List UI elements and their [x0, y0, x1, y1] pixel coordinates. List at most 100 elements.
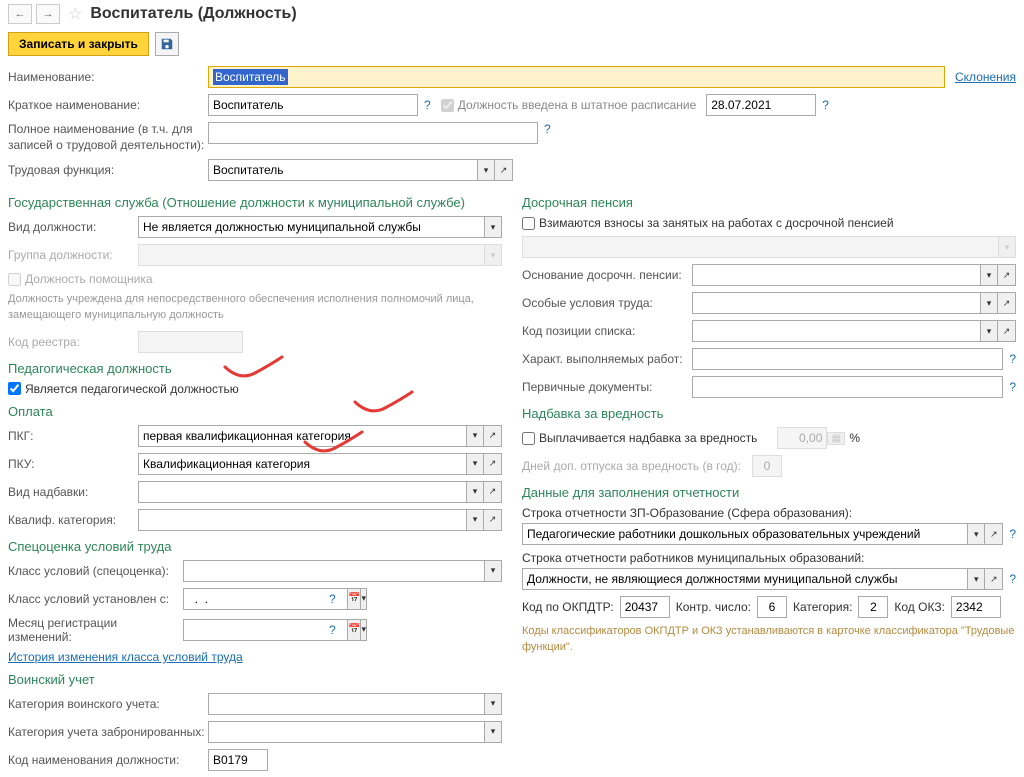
dropdown-button[interactable]: ▾ — [980, 292, 998, 314]
work-nature-input[interactable] — [692, 348, 1003, 370]
pension-top-input — [522, 236, 998, 258]
position-type-input[interactable] — [138, 216, 484, 238]
mun-report-input[interactable] — [522, 568, 967, 590]
help-icon[interactable]: ? — [329, 592, 336, 606]
military-category-label: Категория воинского учета: — [8, 697, 208, 711]
help-icon[interactable]: ? — [329, 623, 336, 637]
in-schedule-label: Должность введена в штатное расписание — [458, 98, 697, 112]
open-button[interactable]: ↗ — [985, 523, 1003, 545]
primary-docs-input[interactable] — [692, 376, 1003, 398]
pension-basis-input[interactable] — [692, 264, 980, 286]
dropdown-button[interactable]: ▾ — [980, 264, 998, 286]
change-month-input[interactable] — [183, 619, 347, 641]
help-icon[interactable]: ? — [1009, 572, 1016, 586]
open-button[interactable]: ↗ — [998, 264, 1016, 286]
military-header: Воинский учет — [8, 672, 502, 687]
open-button[interactable]: ↗ — [484, 509, 502, 531]
name-input[interactable]: Воспитатель — [208, 66, 945, 88]
dropdown-button[interactable]: ▾ — [361, 588, 367, 610]
dropdown-button[interactable]: ▾ — [967, 523, 985, 545]
conditions-class-input[interactable] — [183, 560, 484, 582]
nav-back-button[interactable]: ← — [8, 4, 32, 24]
help-icon[interactable]: ? — [424, 98, 431, 112]
okz-input[interactable] — [951, 596, 1001, 618]
conditions-class-label: Класс условий (спецоценка): — [8, 564, 183, 578]
dropdown-button[interactable]: ▾ — [484, 560, 502, 582]
open-button[interactable]: ↗ — [484, 425, 502, 447]
short-name-input[interactable] — [208, 94, 418, 116]
dropdown-button[interactable]: ▾ — [980, 320, 998, 342]
military-category-input[interactable] — [208, 693, 484, 715]
special-conditions-input[interactable] — [692, 292, 980, 314]
open-button[interactable]: ↗ — [495, 159, 513, 181]
mun-report-label: Строка отчетности работников муниципальн… — [522, 551, 1016, 565]
bonus-type-label: Вид надбавки: — [8, 485, 138, 499]
harm-bonus-checkbox[interactable] — [522, 432, 535, 445]
pkg-input[interactable] — [138, 425, 466, 447]
open-button[interactable]: ↗ — [998, 320, 1016, 342]
floppy-icon — [160, 37, 174, 51]
help-icon[interactable]: ? — [1009, 352, 1016, 366]
edu-report-input[interactable] — [522, 523, 967, 545]
name-label: Наименование: — [8, 70, 208, 84]
nav-forward-button[interactable]: → — [36, 4, 60, 24]
special-conditions-label: Особые условия труда: — [522, 296, 692, 310]
qualif-category-input[interactable] — [138, 509, 466, 531]
help-icon[interactable]: ? — [822, 98, 829, 112]
pku-label: ПКУ: — [8, 457, 138, 471]
open-button[interactable]: ↗ — [484, 481, 502, 503]
pension-contributions-label: Взимаются взносы за занятых на работах с… — [539, 216, 894, 230]
position-group-input — [138, 244, 484, 266]
is-pedagogical-checkbox[interactable] — [8, 382, 21, 395]
list-position-code-label: Код позиции списка: — [522, 324, 692, 338]
reporting-header: Данные для заполнения отчетности — [522, 485, 1016, 500]
open-button[interactable]: ↗ — [484, 453, 502, 475]
save-and-close-button[interactable]: Записать и закрыть — [8, 32, 149, 56]
labor-func-input[interactable] — [208, 159, 477, 181]
position-code-input[interactable] — [208, 749, 268, 771]
open-button[interactable]: ↗ — [985, 568, 1003, 590]
dropdown-button[interactable]: ▾ — [466, 481, 484, 503]
dropdown-button[interactable]: ▾ — [477, 159, 495, 181]
dropdown-button[interactable]: ▾ — [466, 453, 484, 475]
kontr-input[interactable] — [757, 596, 787, 618]
dropdown-button[interactable]: ▾ — [466, 425, 484, 447]
reserved-category-input[interactable] — [208, 721, 484, 743]
dropdown-button[interactable]: ▾ — [466, 509, 484, 531]
dropdown-button[interactable]: ▾ — [484, 693, 502, 715]
calendar-icon[interactable]: 📅 — [347, 588, 361, 610]
registry-code-input — [138, 331, 243, 353]
classifier-note: Коды классификаторов ОКПДТР и ОКЗ устана… — [522, 624, 1016, 655]
dropdown-button[interactable]: ▾ — [484, 721, 502, 743]
calendar-icon[interactable]: 📅 — [347, 619, 361, 641]
change-month-label: Месяц регистрации изменений: — [8, 616, 183, 644]
harm-bonus-label: Выплачивается надбавка за вредность — [539, 431, 757, 445]
extra-days-input — [752, 455, 782, 477]
class-from-date-input[interactable] — [183, 588, 347, 610]
assistant-checkbox — [8, 273, 21, 286]
position-type-label: Вид должности: — [8, 220, 138, 234]
help-icon[interactable]: ? — [1009, 380, 1016, 394]
declensions-link[interactable]: Склонения — [955, 70, 1016, 84]
okpdtr-input[interactable] — [620, 596, 670, 618]
help-icon[interactable]: ? — [1009, 527, 1016, 541]
edu-report-label: Строка отчетности ЗП-Образование (Сфера … — [522, 506, 1016, 520]
list-position-code-input[interactable] — [692, 320, 980, 342]
favorite-star-icon[interactable]: ☆ — [68, 4, 82, 24]
work-nature-label: Характ. выполняемых работ: — [522, 352, 692, 366]
full-name-input[interactable] — [208, 122, 538, 144]
okpdtr-label: Код по ОКПДТР: — [522, 600, 614, 614]
pension-contributions-checkbox[interactable] — [522, 217, 535, 230]
save-button[interactable] — [155, 32, 179, 56]
open-button[interactable]: ↗ — [998, 292, 1016, 314]
category-input[interactable] — [858, 596, 888, 618]
dropdown-button[interactable]: ▾ — [361, 619, 367, 641]
pku-input[interactable] — [138, 453, 466, 475]
dropdown-button[interactable]: ▾ — [967, 568, 985, 590]
class-history-link[interactable]: История изменения класса условий труда — [8, 650, 243, 664]
help-icon[interactable]: ? — [544, 122, 551, 136]
labor-func-label: Трудовая функция: — [8, 163, 208, 177]
in-schedule-date-input[interactable] — [706, 94, 816, 116]
bonus-type-input[interactable] — [138, 481, 466, 503]
dropdown-button[interactable]: ▾ — [484, 216, 502, 238]
